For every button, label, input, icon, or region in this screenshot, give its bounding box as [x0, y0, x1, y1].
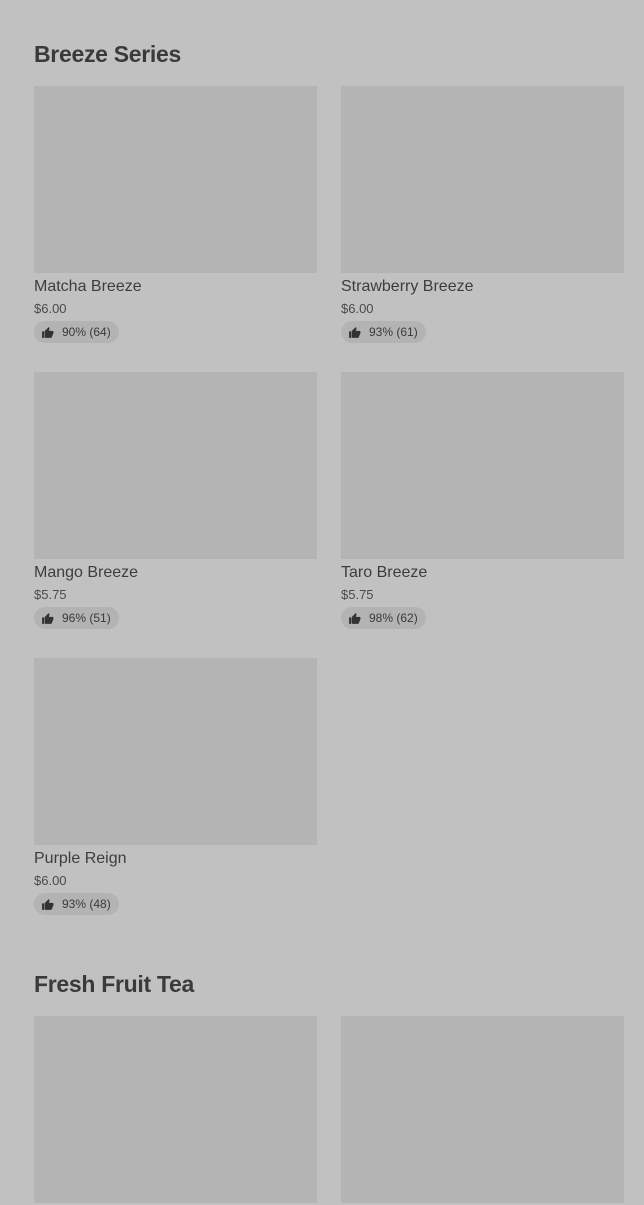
thumbs-up-icon	[42, 326, 54, 338]
item-name: Mango Breeze	[34, 564, 139, 581]
item-price: $6.00	[34, 873, 67, 888]
rating-text: 93% (61)	[369, 325, 418, 339]
menu-page: Breeze Series Matcha Breeze $6.00 90% (6…	[0, 0, 644, 1205]
item-image	[341, 1016, 624, 1203]
item-price: $6.00	[34, 301, 67, 316]
section-fresh-fruit-tea: Fresh Fruit Tea	[34, 970, 624, 1203]
item-name: Taro Breeze	[341, 564, 428, 581]
item-price: $6.00	[341, 301, 374, 316]
item-name: Matcha Breeze	[34, 278, 142, 295]
item-name: Strawberry Breeze	[341, 278, 474, 295]
rating-badge: 93% (48)	[34, 893, 119, 915]
item-image	[341, 86, 624, 273]
item-image	[34, 658, 317, 845]
section-title: Fresh Fruit Tea	[34, 971, 194, 997]
thumbs-up-icon	[349, 612, 361, 624]
item-image	[341, 372, 624, 559]
menu-item[interactable]	[34, 1016, 317, 1203]
rating-badge: 90% (64)	[34, 321, 119, 343]
item-name: Purple Reign	[34, 850, 127, 867]
menu-item-strawberry-breeze[interactable]: Strawberry Breeze $6.00 93% (61)	[341, 86, 624, 344]
item-image	[34, 372, 317, 559]
rating-badge: 96% (51)	[34, 607, 119, 629]
rating-text: 93% (48)	[62, 897, 111, 911]
menu-item-taro-breeze[interactable]: Taro Breeze $5.75 98% (62)	[341, 372, 624, 630]
rating-text: 98% (62)	[369, 611, 418, 625]
thumbs-up-icon	[349, 326, 361, 338]
menu-item-mango-breeze[interactable]: Mango Breeze $5.75 96% (51)	[34, 372, 317, 630]
section-title: Breeze Series	[34, 41, 181, 67]
rating-text: 96% (51)	[62, 611, 111, 625]
rating-badge: 93% (61)	[341, 321, 426, 343]
item-price: $5.75	[341, 587, 374, 602]
menu-item-matcha-breeze[interactable]: Matcha Breeze $6.00 90% (64)	[34, 86, 317, 344]
thumbs-up-icon	[42, 612, 54, 624]
rating-text: 90% (64)	[62, 325, 111, 339]
menu-item-purple-reign[interactable]: Purple Reign $6.00 93% (48)	[34, 658, 317, 916]
section-breeze-series: Breeze Series Matcha Breeze $6.00 90% (6…	[34, 40, 624, 915]
item-price: $5.75	[34, 587, 67, 602]
menu-item[interactable]	[341, 1016, 624, 1203]
item-image	[34, 86, 317, 273]
item-image	[34, 1016, 317, 1203]
rating-badge: 98% (62)	[341, 607, 426, 629]
thumbs-up-icon	[42, 898, 54, 910]
